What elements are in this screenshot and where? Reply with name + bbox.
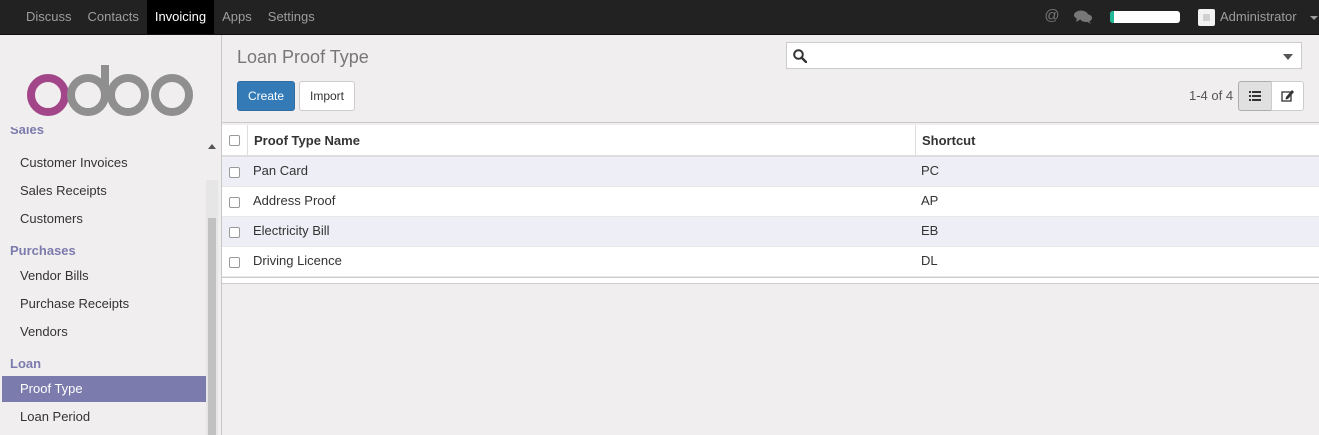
scroll-up-arrow-icon[interactable] — [208, 144, 216, 149]
menu-settings[interactable]: Settings — [260, 0, 323, 34]
progress-bar — [1110, 11, 1180, 23]
sidebar-item-proof-type[interactable]: Proof Type — [2, 376, 206, 402]
table-row[interactable]: Electricity Bill EB — [222, 217, 1319, 247]
sidebar: Sales Customer Invoices Sales Receipts C… — [2, 35, 222, 435]
column-divider — [915, 125, 916, 155]
sidebar-section-loan: Loan — [10, 356, 42, 371]
search-box[interactable] — [786, 42, 1302, 69]
cell-shortcut: EB — [921, 223, 939, 238]
sidebar-item-vendor-bills[interactable]: Vendor Bills — [2, 263, 206, 289]
menu-invoicing[interactable]: Invoicing — [146, 0, 215, 34]
column-header-proof-type-name[interactable]: Proof Type Name — [254, 133, 360, 148]
pager-value[interactable]: 1-4 of 4 — [1189, 88, 1233, 103]
table-row[interactable]: Pan Card PC — [222, 157, 1319, 187]
table-row[interactable]: Address Proof AP — [222, 187, 1319, 217]
cell-proof-type-name: Address Proof — [253, 193, 336, 208]
column-divider — [247, 125, 248, 155]
progress-fill — [1110, 11, 1115, 23]
cell-proof-type-name: Electricity Bill — [253, 223, 330, 238]
edit-icon — [1281, 90, 1294, 102]
sidebar-section-purchases: Purchases — [10, 243, 76, 258]
sidebar-item-loan-period[interactable]: Loan Period — [2, 404, 206, 430]
user-name: Administrator — [1220, 9, 1297, 24]
chat-icon[interactable] — [1074, 10, 1092, 24]
list-icon — [1249, 91, 1261, 101]
row-checkbox[interactable] — [229, 257, 240, 268]
control-panel: Loan Proof Type Create Import 1-4 of 4 — [222, 35, 1319, 123]
cell-shortcut: AP — [921, 193, 939, 208]
sidebar-item-customer-invoices[interactable]: Customer Invoices — [2, 150, 206, 176]
row-checkbox[interactable] — [229, 197, 240, 208]
odoo-logo — [27, 65, 193, 116]
list-view-button[interactable] — [1238, 81, 1272, 111]
menu-contacts[interactable]: Contacts — [80, 0, 147, 34]
cell-proof-type-name: Driving Licence — [253, 253, 342, 268]
row-checkbox[interactable] — [229, 227, 240, 238]
proof-type-table: Proof Type Name Shortcut Pan Card PC Add… — [222, 125, 1319, 284]
row-checkbox[interactable] — [229, 167, 240, 178]
create-button[interactable]: Create — [237, 81, 295, 111]
user-avatar — [1198, 9, 1215, 26]
scrollbar-thumb[interactable] — [208, 218, 216, 435]
select-all-checkbox[interactable] — [229, 135, 240, 146]
cell-shortcut: PC — [921, 163, 940, 178]
table-footer — [222, 277, 1319, 284]
top-navbar: Discuss Contacts Invoicing Apps Settings… — [0, 0, 1319, 35]
search-icon — [793, 49, 807, 63]
sidebar-section-sales: Sales — [10, 127, 44, 135]
cell-proof-type-name: Pan Card — [253, 163, 308, 178]
menu-discuss[interactable]: Discuss — [18, 0, 80, 34]
table-header: Proof Type Name Shortcut — [222, 125, 1319, 157]
import-button[interactable]: Import — [299, 81, 355, 111]
search-options-toggle-icon[interactable] — [1283, 54, 1293, 60]
sidebar-item-vendors[interactable]: Vendors — [2, 319, 206, 345]
menu-apps[interactable]: Apps — [214, 0, 260, 34]
form-view-button[interactable] — [1271, 81, 1304, 111]
user-menu[interactable]: Administrator — [1198, 0, 1319, 34]
search-input[interactable] — [813, 46, 1267, 67]
main-content: Loan Proof Type Create Import 1-4 of 4 P… — [222, 35, 1319, 435]
table-row[interactable]: Driving Licence DL — [222, 247, 1319, 277]
column-header-shortcut[interactable]: Shortcut — [922, 133, 975, 148]
sidebar-item-sales-receipts[interactable]: Sales Receipts — [2, 178, 206, 204]
cell-shortcut: DL — [921, 253, 938, 268]
at-icon[interactable]: @ — [1044, 8, 1060, 24]
app-menu: Discuss Contacts Invoicing Apps Settings — [18, 0, 323, 34]
sidebar-item-customers[interactable]: Customers — [2, 206, 206, 232]
chevron-down-icon — [1310, 16, 1318, 20]
sidebar-scrollbar[interactable] — [206, 180, 218, 435]
page-title: Loan Proof Type — [237, 47, 369, 67]
sidebar-item-purchase-receipts[interactable]: Purchase Receipts — [2, 291, 206, 317]
